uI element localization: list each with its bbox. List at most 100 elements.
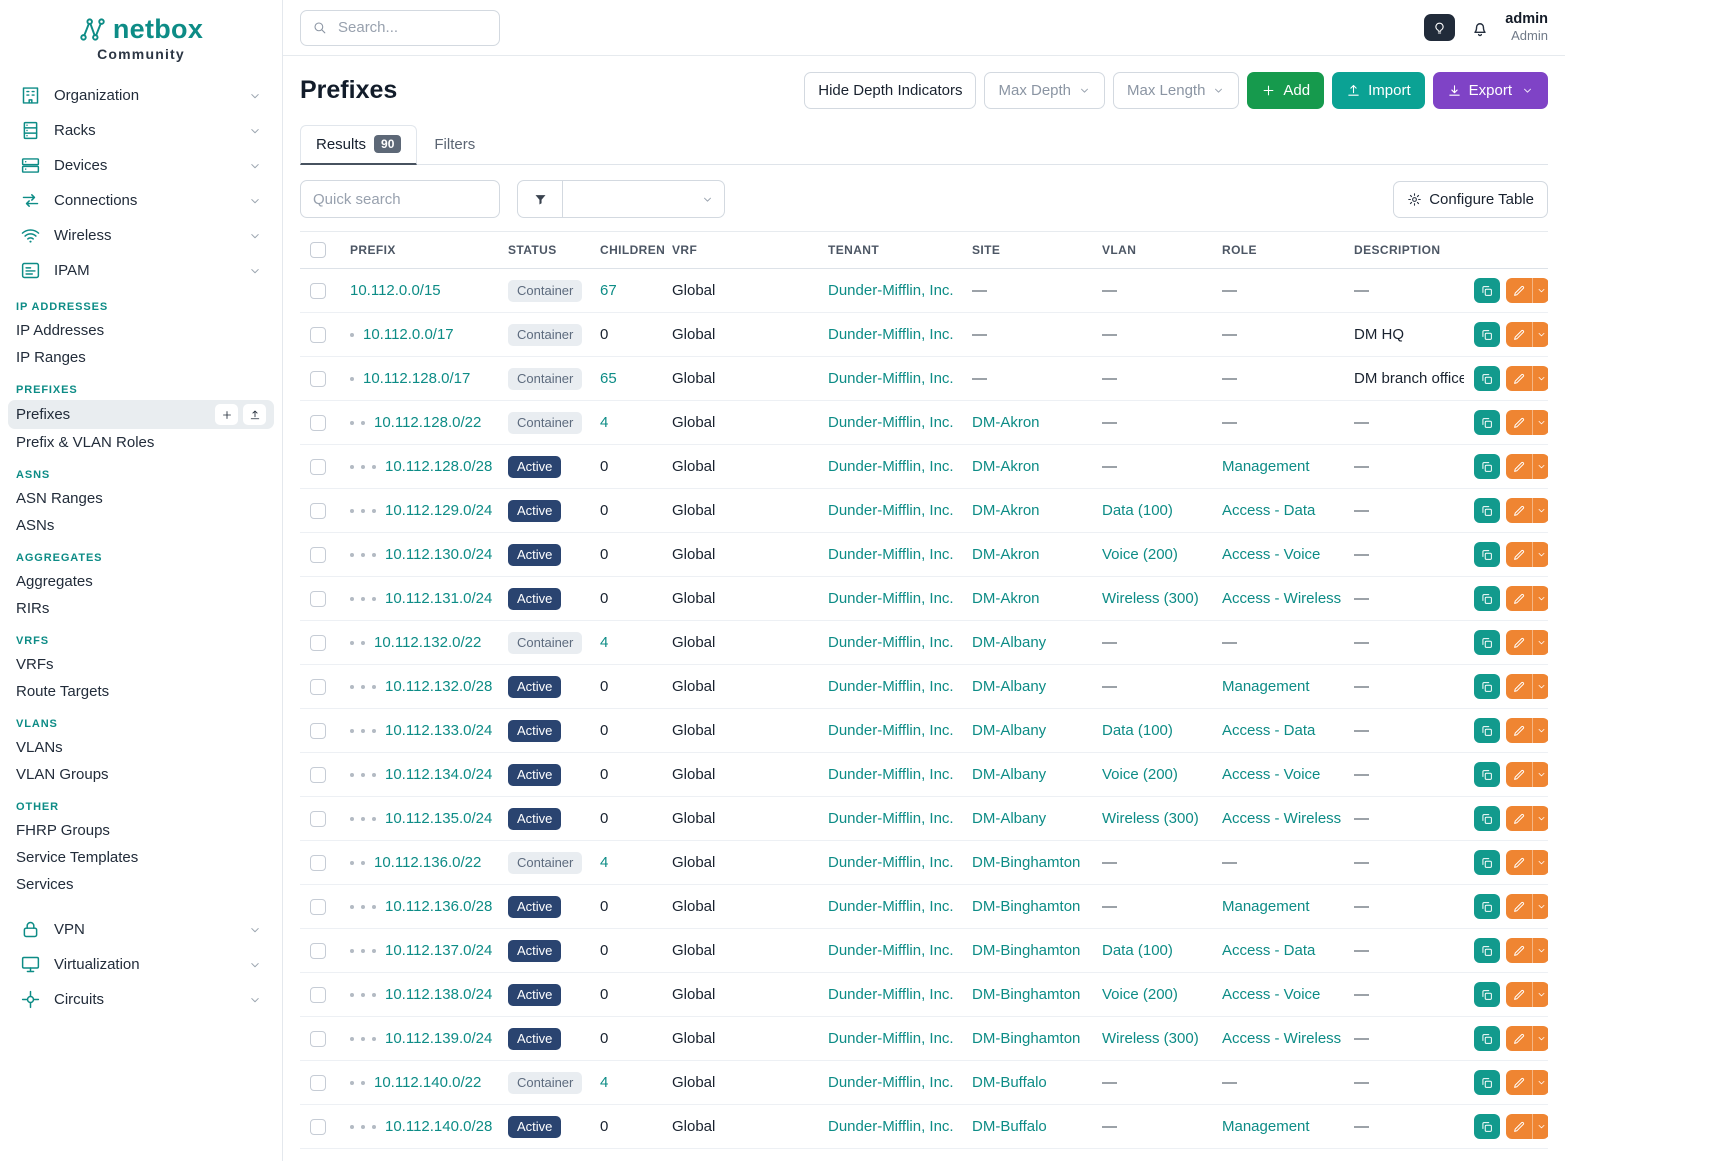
row-checkbox[interactable] — [310, 591, 326, 607]
edit-dropdown-button[interactable] — [1532, 762, 1548, 787]
edit-button[interactable] — [1506, 982, 1532, 1007]
row-checkbox[interactable] — [310, 1119, 326, 1135]
copy-button[interactable] — [1474, 938, 1500, 963]
edit-dropdown-button[interactable] — [1532, 982, 1548, 1007]
role-link[interactable]: Access - Voice — [1222, 546, 1320, 563]
prefix-link[interactable]: 10.112.128.0/22 — [374, 414, 481, 431]
edit-dropdown-button[interactable] — [1532, 806, 1548, 831]
sidebar-item-connections[interactable]: Connections — [0, 183, 282, 218]
user-menu[interactable]: admin Admin — [1505, 10, 1548, 44]
tenant-link[interactable]: Dunder-Mifflin, Inc. — [828, 282, 954, 299]
sidebar-item-vlans[interactable]: VLANs — [0, 734, 282, 761]
children-count-link[interactable]: 4 — [600, 634, 608, 651]
site-link[interactable]: DM-Akron — [972, 458, 1040, 475]
edit-button[interactable] — [1506, 938, 1532, 963]
row-checkbox[interactable] — [310, 943, 326, 959]
row-checkbox[interactable] — [310, 679, 326, 695]
role-link[interactable]: Access - Wireless — [1222, 810, 1341, 827]
edit-button[interactable] — [1506, 1026, 1532, 1051]
row-checkbox[interactable] — [310, 635, 326, 651]
edit-button[interactable] — [1506, 718, 1532, 743]
edit-button[interactable] — [1506, 850, 1532, 875]
vlan-link[interactable]: Data (100) — [1102, 722, 1173, 739]
prefix-link[interactable]: 10.112.0.0/15 — [350, 282, 441, 299]
row-checkbox[interactable] — [310, 987, 326, 1003]
prefix-link[interactable]: 10.112.136.0/28 — [385, 898, 492, 915]
site-link[interactable]: DM-Albany — [972, 766, 1046, 783]
edit-dropdown-button[interactable] — [1532, 1114, 1548, 1139]
edit-dropdown-button[interactable] — [1532, 410, 1548, 435]
sidebar-quick-add-button[interactable] — [215, 404, 238, 425]
copy-button[interactable] — [1474, 718, 1500, 743]
sidebar-item-vpn[interactable]: VPN — [0, 912, 282, 947]
tenant-link[interactable]: Dunder-Mifflin, Inc. — [828, 634, 954, 651]
prefix-link[interactable]: 10.112.128.0/17 — [363, 370, 470, 387]
prefix-link[interactable]: 10.112.130.0/24 — [385, 546, 492, 563]
column-header-vlan[interactable]: VLAN — [1092, 232, 1212, 269]
edit-button[interactable] — [1506, 762, 1532, 787]
edit-dropdown-button[interactable] — [1532, 498, 1548, 523]
site-link[interactable]: DM-Binghamton — [972, 1030, 1080, 1047]
edit-button[interactable] — [1506, 894, 1532, 919]
row-checkbox[interactable] — [310, 1031, 326, 1047]
site-link[interactable]: DM-Binghamton — [972, 942, 1080, 959]
sidebar-item-prefixes[interactable]: Prefixes — [8, 400, 274, 429]
tenant-link[interactable]: Dunder-Mifflin, Inc. — [828, 722, 954, 739]
sidebar-item-vrfs[interactable]: VRFs — [0, 651, 282, 678]
copy-button[interactable] — [1474, 454, 1500, 479]
edit-dropdown-button[interactable] — [1532, 674, 1548, 699]
prefix-link[interactable]: 10.112.129.0/24 — [385, 502, 492, 519]
edit-dropdown-button[interactable] — [1532, 718, 1548, 743]
site-link[interactable]: DM-Binghamton — [972, 986, 1080, 1003]
prefix-link[interactable]: 10.112.0.0/17 — [363, 326, 454, 343]
site-link[interactable]: DM-Akron — [972, 414, 1040, 431]
column-header-role[interactable]: ROLE — [1212, 232, 1344, 269]
edit-button[interactable] — [1506, 586, 1532, 611]
prefix-link[interactable]: 10.112.132.0/22 — [374, 634, 481, 651]
copy-button[interactable] — [1474, 586, 1500, 611]
copy-button[interactable] — [1474, 762, 1500, 787]
column-header-site[interactable]: SITE — [962, 232, 1092, 269]
tenant-link[interactable]: Dunder-Mifflin, Inc. — [828, 854, 954, 871]
tenant-link[interactable]: Dunder-Mifflin, Inc. — [828, 1118, 954, 1135]
edit-button[interactable] — [1506, 674, 1532, 699]
sidebar-item-services[interactable]: Services — [0, 871, 282, 898]
edit-button[interactable] — [1506, 322, 1532, 347]
vlan-link[interactable]: Data (100) — [1102, 942, 1173, 959]
quick-search-input[interactable] — [300, 180, 500, 218]
column-header-prefix[interactable]: PREFIX — [340, 232, 498, 269]
tenant-link[interactable]: Dunder-Mifflin, Inc. — [828, 1030, 954, 1047]
edit-dropdown-button[interactable] — [1532, 454, 1548, 479]
vlan-link[interactable]: Data (100) — [1102, 502, 1173, 519]
edit-dropdown-button[interactable] — [1532, 322, 1548, 347]
children-count-link[interactable]: 4 — [600, 854, 608, 871]
role-link[interactable]: Management — [1222, 898, 1310, 915]
prefix-link[interactable]: 10.112.140.0/28 — [385, 1118, 492, 1135]
column-header-vrf[interactable]: VRF — [662, 232, 818, 269]
prefix-link[interactable]: 10.112.139.0/24 — [385, 1030, 492, 1047]
children-count-link[interactable]: 4 — [600, 1074, 608, 1091]
prefix-link[interactable]: 10.112.134.0/24 — [385, 766, 492, 783]
tenant-link[interactable]: Dunder-Mifflin, Inc. — [828, 546, 954, 563]
vlan-link[interactable]: Wireless (300) — [1102, 1030, 1199, 1047]
role-link[interactable]: Access - Data — [1222, 942, 1315, 959]
copy-button[interactable] — [1474, 806, 1500, 831]
role-link[interactable]: Access - Data — [1222, 722, 1315, 739]
sidebar-item-organization[interactable]: Organization — [0, 78, 282, 113]
sidebar-quick-import-button[interactable] — [243, 404, 266, 425]
prefix-link[interactable]: 10.112.135.0/24 — [385, 810, 492, 827]
role-link[interactable]: Management — [1222, 458, 1310, 475]
role-link[interactable]: Access - Wireless — [1222, 590, 1341, 607]
edit-dropdown-button[interactable] — [1532, 586, 1548, 611]
notifications-button[interactable] — [1470, 18, 1490, 38]
prefix-link[interactable]: 10.112.133.0/24 — [385, 722, 492, 739]
column-header-children[interactable]: CHILDREN — [590, 232, 662, 269]
tenant-link[interactable]: Dunder-Mifflin, Inc. — [828, 766, 954, 783]
copy-button[interactable] — [1474, 894, 1500, 919]
prefix-link[interactable]: 10.112.140.0/22 — [374, 1074, 481, 1091]
tab-filters[interactable]: Filters — [419, 125, 490, 164]
sidebar-item-devices[interactable]: Devices — [0, 148, 282, 183]
site-link[interactable]: DM-Akron — [972, 590, 1040, 607]
copy-button[interactable] — [1474, 278, 1500, 303]
copy-button[interactable] — [1474, 1070, 1500, 1095]
